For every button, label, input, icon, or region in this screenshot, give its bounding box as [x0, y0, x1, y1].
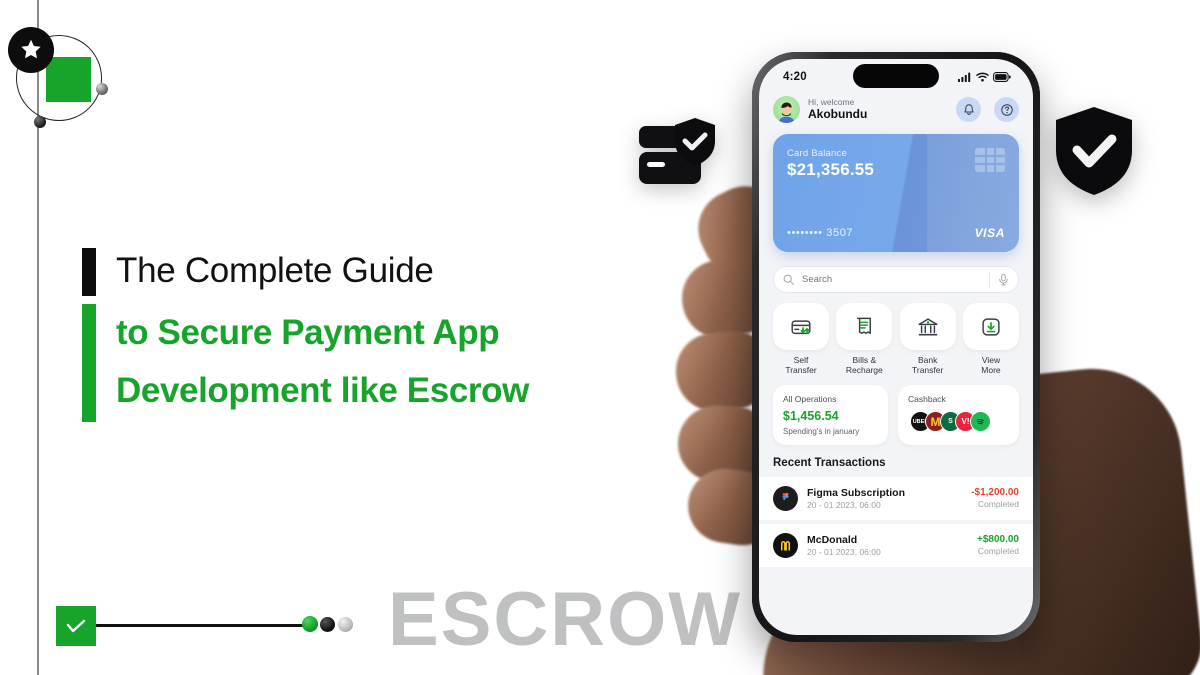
- help-button[interactable]: [994, 97, 1019, 122]
- quick-action-bank-transfer[interactable]: Bank Transfer: [899, 303, 956, 375]
- star-icon: [8, 27, 54, 73]
- bell-icon: [963, 103, 974, 115]
- transaction-name: McDonald: [807, 533, 858, 546]
- greeting-header: Hi, welcome Akobundu: [759, 89, 1033, 131]
- quick-action-label: Transfer: [911, 365, 944, 375]
- gray-sphere: [338, 617, 353, 632]
- headline-line-1: The Complete Guide: [116, 251, 434, 290]
- quick-action-label: Transfer: [785, 365, 817, 375]
- search-bar[interactable]: [773, 266, 1019, 293]
- quick-action-label: More: [981, 365, 1001, 375]
- signal-bars-icon: [958, 72, 971, 82]
- quick-action-label: Bank: [917, 355, 938, 365]
- recent-transactions-title: Recent Transactions: [773, 457, 886, 469]
- search-icon: [783, 274, 794, 285]
- orbit-sphere-right: [96, 83, 108, 95]
- avatar[interactable]: [773, 96, 800, 123]
- balance-card[interactable]: Card Balance $21,356.55 •••••••• 3507 VI…: [773, 134, 1019, 252]
- quick-action-label: Recharge: [845, 365, 883, 375]
- orbit-sphere-bottom: [34, 116, 46, 128]
- quick-action-self-transfer[interactable]: Self Transfer: [773, 303, 829, 375]
- escrow-wordmark: ESCROW: [388, 577, 742, 662]
- mcdonalds-icon: [773, 533, 798, 558]
- quick-actions: Self Transfer Bills & Recharge Bank Tran…: [759, 293, 1033, 375]
- search-input[interactable]: [802, 274, 982, 285]
- search-divider: [989, 271, 990, 288]
- download-icon: [962, 303, 1019, 350]
- transaction-date: 20 - 01 2023, 06:00: [807, 499, 881, 510]
- receipt-icon: [836, 303, 893, 350]
- all-operations-title: All Operations: [783, 394, 837, 404]
- transaction-amount: +$800.00: [977, 533, 1019, 545]
- poster-canvas: The Complete Guide to Secure Payment App…: [0, 0, 1200, 675]
- card-number: •••••••• 3507: [787, 227, 854, 239]
- transaction-name: Figma Subscription: [807, 486, 906, 499]
- check-icon: [66, 619, 86, 633]
- transaction-status: Completed: [977, 499, 1019, 510]
- check-square-badge: [56, 606, 96, 646]
- headline-line-3: Development like Escrow: [116, 371, 529, 410]
- quick-action-label: Bills &: [852, 355, 877, 365]
- brand-emblem: [8, 27, 108, 128]
- page-title: The Complete Guide to Secure Payment App…: [82, 248, 702, 422]
- green-sphere: [302, 616, 318, 632]
- transaction-status: Completed: [977, 546, 1019, 557]
- track-line: [96, 624, 316, 627]
- cashback-title: Cashback: [908, 394, 946, 404]
- table-row[interactable]: Figma Subscription 20 - 01 2023, 06:00 -…: [759, 477, 1033, 520]
- battery-icon: [993, 72, 1011, 82]
- quick-action-view-more[interactable]: View More: [962, 303, 1019, 375]
- cashback-brand-list: UBER M S V!: [908, 411, 1009, 432]
- all-operations-card[interactable]: All Operations $1,456.54 Spending's in j…: [773, 385, 888, 445]
- microphone-icon: [999, 273, 1008, 286]
- card-balance-amount: $21,356.55: [787, 160, 875, 179]
- wifi-icon: [976, 72, 989, 82]
- cashback-card[interactable]: Cashback UBER M S V!: [898, 385, 1019, 445]
- phone-mockup: 4:20 Hi, welcome Akobundu Card Balance $…: [752, 52, 1040, 642]
- card-brand-label: VISA: [974, 226, 1005, 240]
- green-square: [46, 57, 91, 102]
- bank-icon: [899, 303, 956, 350]
- stats-row: All Operations $1,456.54 Spending's in j…: [759, 375, 1033, 445]
- card-shield-check-icon: [637, 112, 719, 190]
- quick-action-bills-recharge[interactable]: Bills & Recharge: [836, 303, 893, 375]
- transaction-amount: -$1,200.00: [971, 486, 1019, 498]
- all-operations-amount: $1,456.54: [783, 409, 839, 423]
- spotify-icon: [970, 411, 991, 432]
- card-transfer-icon: [773, 303, 829, 350]
- notifications-button[interactable]: [956, 97, 981, 122]
- quick-action-label: View: [981, 355, 1001, 365]
- title-accent-bar-black: [82, 248, 96, 296]
- figma-icon: [773, 486, 798, 511]
- table-row[interactable]: McDonald 20 - 01 2023, 06:00 +$800.00 Co…: [759, 524, 1033, 567]
- status-time: 4:20: [783, 71, 807, 83]
- card-chip-icon: [975, 148, 1005, 172]
- greeting-label: Hi, welcome: [808, 96, 855, 107]
- phone-screen: 4:20 Hi, welcome Akobundu Card Balance $…: [759, 59, 1033, 635]
- user-name: Akobundu: [808, 107, 868, 122]
- question-mark-icon: [1000, 103, 1013, 116]
- avatar-icon: [778, 102, 795, 123]
- quick-action-label: Self: [793, 355, 809, 365]
- transaction-date: 20 - 01 2023, 06:00: [807, 546, 881, 557]
- shield-check-icon: [1051, 104, 1137, 196]
- title-accent-bar-green: [82, 304, 96, 422]
- black-sphere: [320, 617, 335, 632]
- status-bar: 4:20: [759, 59, 1033, 89]
- dynamic-island: [853, 64, 939, 88]
- all-operations-subtitle: Spending's in january: [783, 427, 860, 436]
- headline-line-2: to Secure Payment App: [116, 313, 500, 352]
- card-balance-label: Card Balance: [787, 148, 847, 159]
